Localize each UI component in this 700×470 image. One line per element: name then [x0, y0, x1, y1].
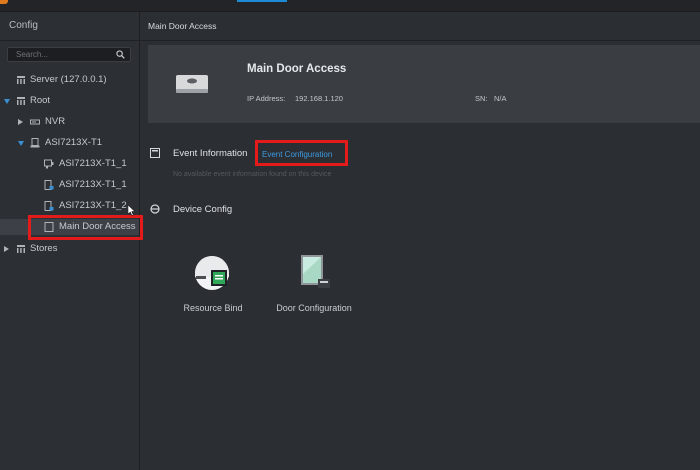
- search-input[interactable]: [8, 48, 116, 61]
- chevron-down-icon[interactable]: [4, 99, 10, 104]
- event-information-title: Event Information: [173, 148, 248, 159]
- tree-item-root[interactable]: Root: [0, 93, 139, 109]
- door-icon: [44, 201, 54, 211]
- door-configuration-tile[interactable]: Door Configuration: [264, 252, 364, 322]
- tree-item-label: Root: [30, 95, 51, 106]
- top-bar: [0, 0, 700, 12]
- tree-item-channel[interactable]: ASI7213X-T1_2: [0, 198, 139, 214]
- sn-value: N/A: [494, 94, 507, 103]
- main-header: Main Door Access: [140, 12, 700, 41]
- device-config-icon: [150, 204, 160, 214]
- tree-item-label: Stores: [30, 243, 58, 254]
- chevron-right-icon[interactable]: [18, 119, 23, 125]
- ip-address-value: 192.168.1.120: [295, 94, 343, 103]
- reader-icon: [44, 159, 54, 169]
- door-configuration-icon: [301, 255, 330, 288]
- device-name: Main Door Access: [247, 63, 347, 75]
- tree-item-server[interactable]: Server (127.0.0.1): [0, 72, 139, 88]
- tree-item-channel[interactable]: ASI7213X-T1_1: [0, 156, 139, 172]
- mouse-cursor-icon: [128, 205, 136, 216]
- access-controller-icon: [30, 138, 40, 148]
- resource-bind-tile[interactable]: Resource Bind: [163, 252, 263, 322]
- nvr-icon: [30, 119, 40, 125]
- app-logo-icon: [0, 0, 8, 4]
- tree-item-label: ASI7213X-T1_1: [59, 179, 127, 190]
- tree-item-label: NVR: [45, 116, 66, 127]
- device-card: Main Door Access IP Address: 192.168.1.1…: [148, 45, 700, 123]
- tree-item-channel[interactable]: ASI7213X-T1_1: [0, 177, 139, 193]
- server-icon: [17, 76, 25, 84]
- tree-item-stores[interactable]: Stores: [0, 241, 139, 257]
- chevron-down-icon[interactable]: [18, 141, 24, 146]
- resource-bind-icon: [195, 256, 229, 290]
- door-configuration-label: Door Configuration: [276, 303, 352, 313]
- tree-item-label: ASI7213X-T1_1: [59, 158, 127, 169]
- chevron-right-icon[interactable]: [4, 246, 9, 252]
- ip-address-label: IP Address:: [247, 94, 286, 103]
- empty-event-text: No available event information found on …: [173, 171, 332, 178]
- tree-item-asi7213x[interactable]: ASI7213X-T1: [0, 135, 139, 151]
- sn-label: SN:: [475, 94, 488, 103]
- highlight-box: [28, 215, 143, 240]
- divider: [0, 40, 139, 41]
- device-config-title: Device Config: [173, 204, 233, 215]
- search-box: [7, 47, 131, 62]
- highlight-box: [255, 140, 348, 166]
- page-title: Main Door Access: [148, 21, 217, 31]
- tree-item-nvr[interactable]: NVR: [0, 114, 139, 130]
- tree-item-label: ASI7213X-T1: [45, 137, 103, 148]
- event-info-icon: [150, 148, 160, 158]
- search-icon[interactable]: [116, 50, 125, 59]
- tree-item-label: Server (127.0.0.1): [30, 74, 107, 85]
- resource-bind-label: Resource Bind: [183, 303, 243, 313]
- tree-item-label: ASI7213X-T1_2: [59, 200, 127, 211]
- device-icon: [176, 75, 208, 93]
- group-icon: [17, 245, 25, 253]
- group-icon: [17, 97, 25, 105]
- sidebar-title: Config: [9, 20, 38, 31]
- active-tab-indicator: [237, 0, 287, 2]
- door-icon: [44, 180, 54, 190]
